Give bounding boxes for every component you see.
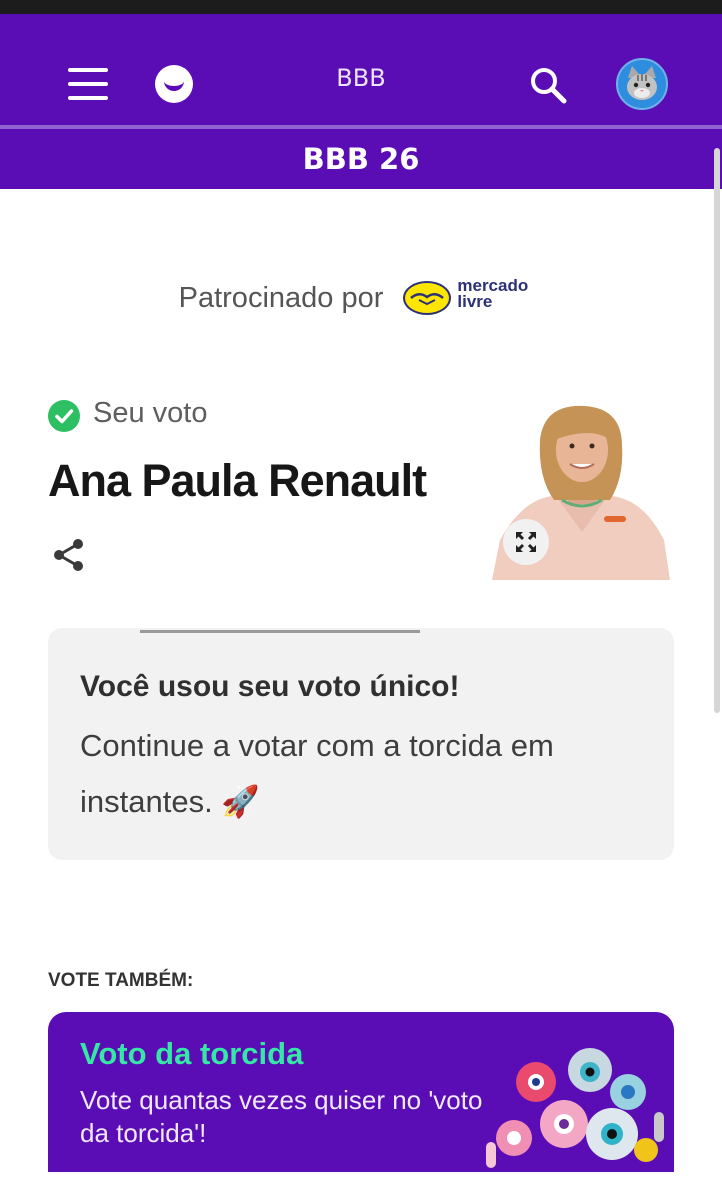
notice-progress-bar — [140, 630, 420, 633]
expand-photo-button[interactable] — [503, 519, 549, 565]
check-circle-icon — [48, 400, 80, 432]
share-button[interactable] — [50, 536, 88, 574]
voto-da-torcida-card[interactable]: Voto da torcida Vote quantas vezes quise… — [48, 1012, 674, 1172]
handshake-icon — [403, 281, 452, 315]
search-button[interactable] — [528, 65, 568, 105]
sponsor-row: Patrocinado por mercado livre — [0, 276, 722, 320]
sponsor-label: Patrocinado por — [178, 281, 384, 314]
card-title: Voto da torcida — [80, 1036, 304, 1071]
card-description: Vote quantas vezes quiser no 'voto da to… — [80, 1085, 483, 1148]
user-avatar[interactable] — [616, 58, 668, 110]
scrollbar[interactable] — [714, 148, 720, 713]
vote-status-label: Seu voto — [93, 397, 208, 429]
eyes-characters-illustration — [486, 1048, 664, 1168]
section-title: BBB 26 — [0, 129, 722, 189]
candidate-name: Ana Paula Renault — [48, 455, 427, 506]
notice-body: Continue a votar com a torcida em instan… — [80, 728, 554, 819]
app-title: BBB — [336, 64, 386, 92]
cat-avatar-icon — [627, 66, 657, 100]
mercado-livre-logo[interactable]: mercado livre — [403, 276, 543, 320]
top-app-bar: BBB — [0, 14, 722, 125]
search-icon — [531, 68, 567, 104]
vote-also-heading: VOTE TAMBÉM: — [48, 970, 194, 991]
mercado-livre-wordmark: mercado livre — [457, 276, 529, 311]
expand-icon — [515, 531, 537, 553]
notice-title: Você usou seu voto único! — [80, 670, 460, 703]
system-status-bar — [0, 0, 722, 14]
share-icon — [54, 539, 83, 571]
